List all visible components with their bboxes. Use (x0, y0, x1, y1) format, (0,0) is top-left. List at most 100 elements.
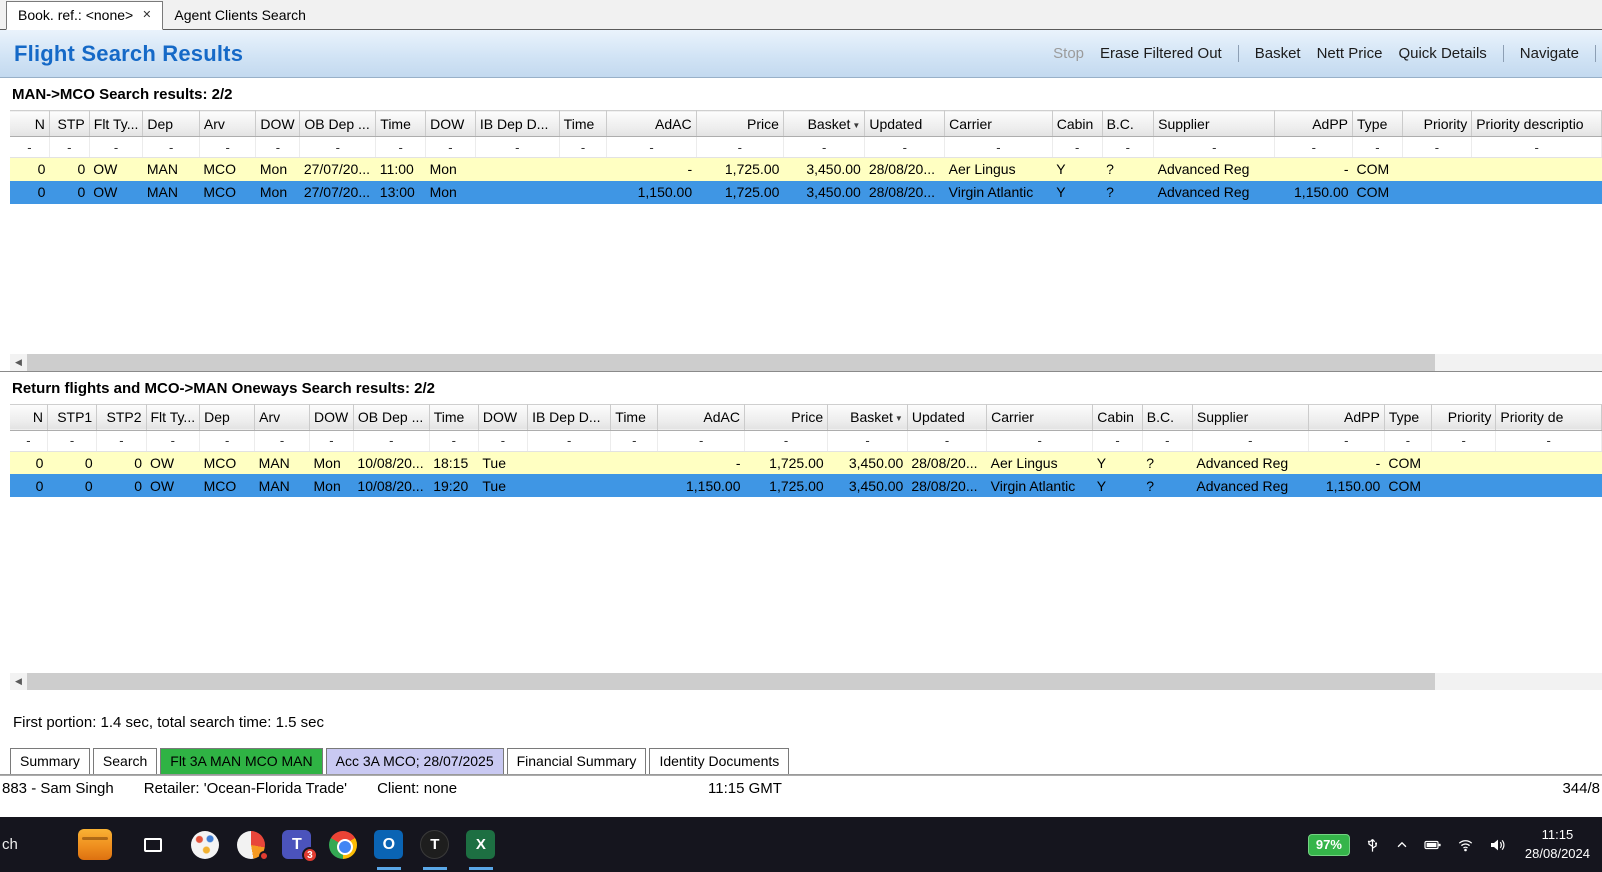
column-header-updated[interactable]: Updated (864, 110, 946, 137)
filter-cell[interactable]: - (527, 430, 612, 452)
filter-cell[interactable]: - (375, 136, 427, 158)
return-hscroll[interactable]: ◀ (10, 673, 1602, 690)
tab-flt-3a-man-mco-man[interactable]: Flt 3A MAN MCO MAN (160, 748, 323, 774)
filter-cell[interactable]: - (1308, 430, 1385, 452)
filter-cell[interactable]: - (47, 430, 98, 452)
menu-erase-filtered-out[interactable]: Erase Filtered Out (1100, 45, 1222, 62)
tab-acc-3a-mco-28-07-2025[interactable]: Acc 3A MCO; 28/07/2025 (325, 748, 504, 774)
column-header-dep[interactable]: Dep (199, 403, 256, 431)
filter-cell[interactable]: - (1384, 430, 1432, 452)
battery-percent-badge[interactable]: 97% (1307, 833, 1350, 856)
column-header-basket[interactable]: Basket ▼ (827, 403, 908, 431)
chevron-up-icon[interactable] (1395, 838, 1409, 852)
column-header-n[interactable]: N (10, 403, 48, 431)
column-header-adpp[interactable]: AdPP (1308, 403, 1385, 431)
filter-cell[interactable]: - (89, 136, 144, 158)
filter-cell[interactable]: - (10, 136, 50, 158)
tab-summary[interactable]: Summary (10, 748, 90, 774)
tab-identity-documents[interactable]: Identity Documents (649, 748, 790, 774)
menu-nett-price[interactable]: Nett Price (1317, 45, 1383, 62)
filter-cell[interactable]: - (425, 136, 476, 158)
column-header-ib-dep-d[interactable]: IB Dep D... (527, 403, 612, 431)
filter-cell[interactable]: - (1431, 430, 1497, 452)
filter-cell[interactable]: - (254, 430, 311, 452)
column-header-cabin[interactable]: Cabin (1052, 110, 1103, 137)
taskbar-clock[interactable]: 11:15 28/08/2024 (1525, 826, 1590, 864)
column-header-priority-de[interactable]: Priority de (1495, 403, 1602, 431)
taskbar-task-view[interactable] (124, 817, 182, 872)
scroll-left-icon[interactable]: ◀ (10, 673, 27, 690)
column-header-flt-ty[interactable]: Flt Ty... (89, 110, 144, 137)
taskbar-app-excel[interactable]: X (458, 817, 504, 872)
taskbar-app-palette[interactable] (182, 817, 228, 872)
filter-cell[interactable]: - (142, 136, 200, 158)
filter-cell[interactable]: - (1471, 136, 1602, 158)
filter-cell[interactable]: - (1274, 136, 1354, 158)
filter-cell[interactable]: - (1052, 136, 1103, 158)
column-header-price[interactable]: Price (744, 403, 829, 431)
tab-financial-summary[interactable]: Financial Summary (506, 748, 647, 774)
scroll-track[interactable] (27, 673, 1602, 690)
menu-quick-details[interactable]: Quick Details (1398, 45, 1486, 62)
tab-booking-ref[interactable]: Book. ref.: <none> ✕ (6, 1, 164, 30)
column-header-priority[interactable]: Priority (1431, 403, 1497, 431)
filter-cell[interactable]: - (199, 136, 257, 158)
column-header-ob-dep[interactable]: OB Dep ... (353, 403, 430, 431)
filter-cell[interactable]: - (478, 430, 529, 452)
column-header-time[interactable]: Time (559, 110, 608, 137)
column-header-ib-dep-d[interactable]: IB Dep D... (475, 110, 560, 137)
filter-cell[interactable]: - (606, 136, 697, 158)
volume-icon[interactable] (1489, 837, 1506, 853)
column-header-supplier[interactable]: Supplier (1192, 403, 1309, 431)
filter-cell[interactable]: - (944, 136, 1053, 158)
column-header-updated[interactable]: Updated (907, 403, 988, 431)
filter-cell[interactable]: - (986, 430, 1094, 452)
filter-cell[interactable]: - (827, 430, 908, 452)
column-header-stp1[interactable]: STP1 (47, 403, 98, 431)
menu-navigate[interactable]: Navigate (1520, 45, 1579, 62)
result-row[interactable]: 0 0 0 OW MCO MAN Mon 10/08/20... 19:20 Tue 1,150.0… (10, 474, 1602, 497)
column-header-time[interactable]: Time (375, 110, 427, 137)
scroll-thumb[interactable] (27, 673, 1435, 690)
usb-icon[interactable] (1365, 837, 1380, 853)
filter-cell[interactable]: - (783, 136, 866, 158)
tab-search[interactable]: Search (92, 748, 158, 774)
filter-cell[interactable]: - (475, 136, 560, 158)
taskbar-app-t-dark[interactable]: T (412, 817, 458, 872)
filter-cell[interactable]: - (299, 136, 377, 158)
network-icon[interactable] (1457, 837, 1474, 853)
column-header-type[interactable]: Type (1352, 110, 1403, 137)
column-header-priority[interactable]: Priority (1402, 110, 1473, 137)
column-header-time[interactable]: Time (429, 403, 479, 431)
column-header-dow[interactable]: DOW (309, 403, 354, 431)
filter-cell[interactable]: - (610, 430, 659, 452)
filter-cell[interactable]: - (1102, 136, 1155, 158)
column-header-carrier[interactable]: Carrier (986, 403, 1094, 431)
taskbar-search-fragment[interactable]: ch (2, 836, 18, 853)
filter-cell[interactable]: - (146, 430, 201, 452)
battery-icon[interactable] (1424, 837, 1442, 853)
filter-cell[interactable]: - (1495, 430, 1602, 452)
filter-cell[interactable]: - (309, 430, 354, 452)
filter-cell[interactable]: - (199, 430, 256, 452)
column-header-supplier[interactable]: Supplier (1153, 110, 1276, 137)
filter-cell[interactable]: - (1192, 430, 1309, 452)
column-header-basket[interactable]: Basket ▼ (783, 110, 866, 137)
column-header-stp[interactable]: STP (49, 110, 90, 137)
column-header-adpp[interactable]: AdPP (1274, 110, 1354, 137)
column-header-price[interactable]: Price (696, 110, 784, 137)
filter-cell[interactable]: - (907, 430, 988, 452)
column-header-dep[interactable]: Dep (142, 110, 200, 137)
column-header-stp2[interactable]: STP2 (96, 403, 147, 431)
filter-cell[interactable]: - (429, 430, 479, 452)
scroll-track[interactable] (27, 353, 1602, 371)
column-header-dow[interactable]: DOW (255, 110, 301, 137)
filter-cell[interactable]: - (1092, 430, 1143, 452)
column-header-time[interactable]: Time (610, 403, 659, 431)
filter-cell[interactable]: - (864, 136, 946, 158)
column-header-b-c[interactable]: B.C. (1142, 403, 1193, 431)
filter-cell[interactable]: - (1402, 136, 1473, 158)
filter-cell[interactable]: - (1352, 136, 1403, 158)
menu-stop[interactable]: Stop (1053, 45, 1084, 62)
filter-cell[interactable]: - (1142, 430, 1193, 452)
